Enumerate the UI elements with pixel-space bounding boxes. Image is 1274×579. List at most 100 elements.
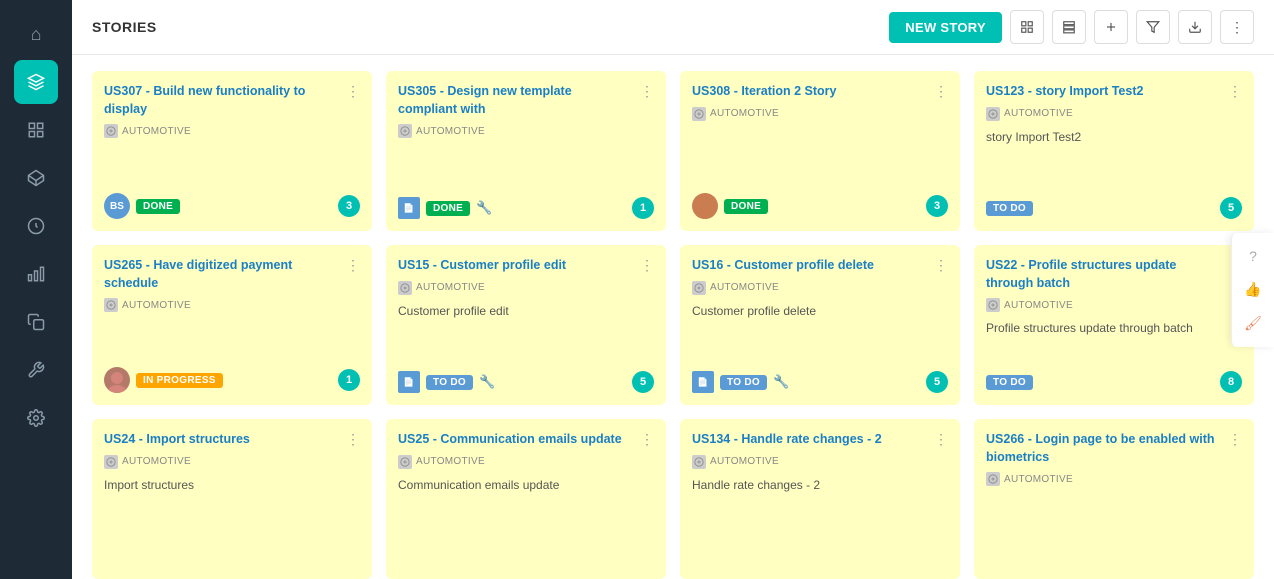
card-menu-icon[interactable]: ⋮	[346, 431, 360, 448]
status-badge: TO DO	[426, 375, 473, 390]
copy-icon[interactable]	[14, 300, 58, 344]
home-icon[interactable]: ⌂	[14, 12, 58, 56]
story-card-us305: US305 - Design new template compliant wi…	[386, 71, 666, 231]
story-card-us24: US24 - Import structures ⋮ AUTOMOTIVE Im…	[92, 419, 372, 579]
card-header: US134 - Handle rate changes - 2 ⋮	[692, 431, 948, 449]
tag-text: AUTOMOTIVE	[710, 282, 779, 293]
page-title: STORIES	[92, 19, 157, 35]
card-title[interactable]: US15 - Customer profile edit	[398, 257, 640, 275]
settings-icon[interactable]	[14, 396, 58, 440]
chart-icon[interactable]	[14, 252, 58, 296]
tag-text: AUTOMOTIVE	[1004, 474, 1073, 485]
card-header: US308 - Iteration 2 Story ⋮	[692, 83, 948, 101]
card-footer: 📄 DONE 🔧 1	[398, 197, 654, 219]
card-tag: AUTOMOTIVE	[398, 281, 654, 295]
card-title[interactable]: US24 - Import structures	[104, 431, 346, 449]
card-menu-icon[interactable]: ⋮	[934, 431, 948, 448]
card-header: US24 - Import structures ⋮	[104, 431, 360, 449]
count-badge: 5	[632, 371, 654, 393]
tag-text: AUTOMOTIVE	[1004, 108, 1073, 119]
stories-grid: US307 - Build new functionality to displ…	[92, 71, 1254, 579]
card-footer: 📄 TO DO 🔧 5	[692, 371, 948, 393]
tag-icon	[104, 455, 118, 469]
card-title[interactable]: US305 - Design new template compliant wi…	[398, 83, 640, 118]
header: STORIES NEW STORY ⋮	[72, 0, 1274, 55]
tag-icon	[398, 455, 412, 469]
card-title[interactable]: US307 - Build new functionality to displ…	[104, 83, 346, 118]
card-body: Communication emails update	[398, 477, 654, 558]
card-body	[986, 494, 1242, 557]
tool-icon[interactable]	[14, 348, 58, 392]
card-footer: 📄 TO DO 🔧 5	[398, 371, 654, 393]
more-options-button[interactable]: ⋮	[1220, 10, 1254, 44]
card-title[interactable]: US308 - Iteration 2 Story	[692, 83, 934, 101]
card-title[interactable]: US16 - Customer profile delete	[692, 257, 934, 275]
status-badge: TO DO	[986, 375, 1033, 390]
tag-text: AUTOMOTIVE	[710, 108, 779, 119]
grid-icon[interactable]	[14, 108, 58, 152]
card-menu-icon[interactable]: ⋮	[640, 83, 654, 100]
card-body	[398, 146, 654, 187]
card-header: US123 - story Import Test2 ⋮	[986, 83, 1242, 101]
card-title[interactable]: US134 - Handle rate changes - 2	[692, 431, 934, 449]
tag-icon	[692, 281, 706, 295]
footer-left: 📄 TO DO 🔧	[398, 371, 495, 393]
paintbrush-icon[interactable]: 🖌	[1238, 309, 1268, 339]
card-tag: AUTOMOTIVE	[692, 455, 948, 469]
card-menu-icon[interactable]: ⋮	[934, 257, 948, 274]
count-badge: 3	[926, 195, 948, 217]
doc-icon: 📄	[398, 371, 420, 393]
thumbup-icon[interactable]: 👍	[1238, 275, 1268, 305]
card-title[interactable]: US123 - story Import Test2	[986, 83, 1228, 101]
card-title[interactable]: US25 - Communication emails update	[398, 431, 640, 449]
card-menu-icon[interactable]: ⋮	[346, 83, 360, 100]
story-card-us25: US25 - Communication emails update ⋮ AUT…	[386, 419, 666, 579]
filter-button[interactable]	[1136, 10, 1170, 44]
layers-icon[interactable]	[14, 60, 58, 104]
card-header: US265 - Have digitized payment schedule …	[104, 257, 360, 292]
footer-left: TO DO	[986, 375, 1033, 390]
card-menu-icon[interactable]: ⋮	[640, 257, 654, 274]
question-icon[interactable]: ?	[1238, 241, 1268, 271]
tag-text: AUTOMOTIVE	[122, 126, 191, 137]
card-menu-icon[interactable]: ⋮	[640, 431, 654, 448]
story-card-us266: US266 - Login page to be enabled with bi…	[974, 419, 1254, 579]
count-badge: 5	[926, 371, 948, 393]
footer-left: BS DONE	[104, 193, 180, 219]
footer-left: DONE	[692, 193, 768, 219]
circle-icon[interactable]	[14, 204, 58, 248]
tag-icon	[398, 281, 412, 295]
tag-icon	[104, 124, 118, 138]
card-header: US307 - Build new functionality to displ…	[104, 83, 360, 118]
cube-icon[interactable]	[14, 156, 58, 200]
header-actions: NEW STORY ⋮	[889, 10, 1254, 44]
tag-text: AUTOMOTIVE	[122, 456, 191, 467]
status-badge: TO DO	[720, 375, 767, 390]
card-title[interactable]: US265 - Have digitized payment schedule	[104, 257, 346, 292]
wrench-icon: 🔧	[476, 200, 492, 216]
card-menu-icon[interactable]: ⋮	[346, 257, 360, 274]
export-button[interactable]	[1178, 10, 1212, 44]
card-footer: BS DONE 3	[104, 193, 360, 219]
card-body	[104, 320, 360, 357]
tag-text: AUTOMOTIVE	[1004, 300, 1073, 311]
card-body: story Import Test2	[986, 129, 1242, 188]
card-title[interactable]: US22 - Profile structures update through…	[986, 257, 1228, 292]
stories-container: US307 - Build new functionality to displ…	[72, 55, 1274, 579]
card-title[interactable]: US266 - Login page to be enabled with bi…	[986, 431, 1228, 466]
card-menu-icon[interactable]: ⋮	[1228, 83, 1242, 100]
status-badge: DONE	[136, 199, 180, 214]
card-menu-icon[interactable]: ⋮	[1228, 431, 1242, 448]
story-card-us265: US265 - Have digitized payment schedule …	[92, 245, 372, 405]
new-story-button[interactable]: NEW STORY	[889, 12, 1002, 43]
list-view-button[interactable]	[1052, 10, 1086, 44]
card-footer: DONE 3	[692, 193, 948, 219]
grid-view-button[interactable]	[1010, 10, 1044, 44]
count-badge: 1	[338, 369, 360, 391]
avatar	[104, 367, 130, 393]
card-menu-icon[interactable]: ⋮	[934, 83, 948, 100]
card-tag: AUTOMOTIVE	[986, 107, 1242, 121]
add-button[interactable]	[1094, 10, 1128, 44]
card-body: Customer profile delete	[692, 303, 948, 362]
footer-left: TO DO	[986, 201, 1033, 216]
